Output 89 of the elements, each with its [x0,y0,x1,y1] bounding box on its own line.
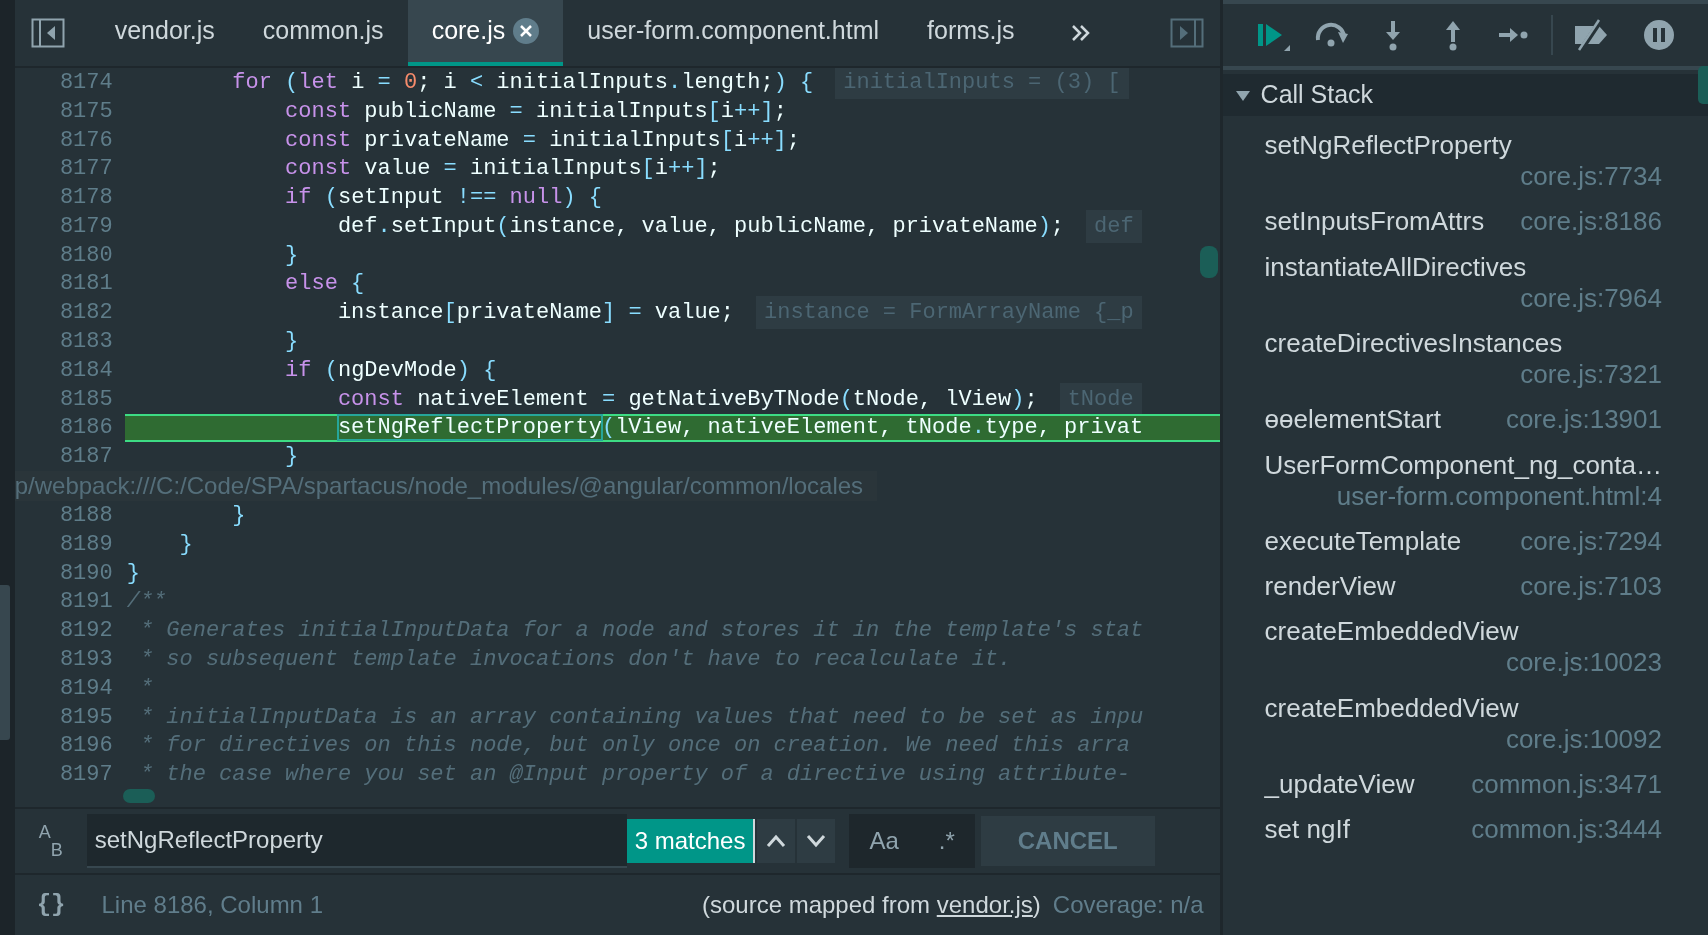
line-number: 8181 [58,270,114,299]
code-line: * so subsequent template invocations don't have to recalculate it. [138,646,1012,675]
sidebar-toggle-icon[interactable] [30,18,65,48]
section-title: Call Stack [1260,79,1374,111]
line-number: 8194 [58,674,114,703]
code-line: const value = initialInputs[i++]; [284,155,721,184]
function-name[interactable]: createEmbeddedView [1264,692,1519,724]
line-number: 8193 [58,646,114,675]
code-line: if (ngDevMode) { [284,356,497,385]
function-name[interactable]: setInputsFromAttrs [1264,206,1485,238]
code-line: * for directives on this node, but only once on creation. We need this arra [138,732,1131,761]
function-name[interactable]: set ngIf [1264,814,1350,846]
replace-toggle[interactable]: A B [22,816,87,866]
line-number: 8196 [58,732,114,761]
line-number: 8182 [58,299,114,328]
file-tab[interactable]: vendor.js [90,0,239,66]
file-tab[interactable]: forms.js [903,0,1039,66]
line-number: 8183 [58,328,114,357]
code-line: const privateName = initialInputs[i++]; [284,126,801,155]
function-name[interactable]: ɵɵelementStart [1264,404,1441,436]
cursor-position: Line 8186, Column 1 [101,890,323,920]
scrollbar-thumb[interactable] [0,585,10,740]
line-number: 8191 [58,588,114,617]
line-number: 8195 [58,703,114,732]
code-line: } [125,559,140,588]
line-number: 8192 [58,617,114,646]
code-line: for (let i = 0; i < initialInputs.length;) { [231,68,814,97]
function-name[interactable]: setNgReflectProperty [1264,130,1512,162]
path-tooltip: p/webpack:///C:/Code/SPA/spartacus/node_modules/@angular/common/locales [14,471,878,502]
line-number: 8184 [58,356,114,385]
code-line: if (setInput !== null) { [284,184,602,213]
code-line: const nativeElement = getNativeByTNode(tNode, lView); [336,385,1038,414]
sidebar-toggle-icon[interactable] [1169,18,1204,48]
code-line: instance[privateName] = value; [336,299,734,328]
pause-icon [1641,18,1676,52]
function-name[interactable]: createDirectivesInstances [1264,327,1563,360]
code-line: else { [284,270,365,299]
code-line: def.setInput(instance, value, publicName, privateName); [336,212,1065,241]
source-link[interactable]: vendor.js [936,891,1033,918]
file-tab[interactable]: core.js [407,0,564,66]
code-line: * Generates initialInputData for a node and stores it in the template's stat [138,617,1144,646]
close-icon[interactable] [513,18,540,44]
function-name[interactable]: renderView [1264,571,1396,603]
line-number: 8188 [58,502,114,531]
line-number: 8197 [58,761,114,790]
line-number: 8179 [58,212,114,241]
line-number: 8177 [58,155,114,184]
next-match-button[interactable] [797,819,836,863]
match-count: 3 matches [626,819,756,863]
chevron-down-icon [806,834,827,848]
line-number: 8175 [58,97,114,126]
code-line: } [178,530,193,559]
pretty-print-button[interactable]: {} [30,886,72,924]
code-line: * [138,674,154,703]
code-line: * the case where you set an @Input property of a directive using attribute- [138,761,1131,790]
code-line: * initialInputData is an array containing values that need to be set as inpu [138,703,1144,732]
regex-button[interactable]: .* [932,823,961,859]
line-number: 8187 [58,443,114,472]
line-number: 8174 [58,68,114,97]
current-code-line: setNgReflectProperty(lView, nativeElement, tNode.type, privat [336,414,1144,443]
line-number: 8178 [58,184,114,213]
function-name[interactable]: _updateView [1264,769,1415,801]
chevron-up-icon [766,834,787,848]
function-name[interactable]: UserFormComponent_ng_conta… [1264,449,1662,481]
line-number: 8189 [58,530,114,559]
code-line: } [284,241,299,270]
match-case-button[interactable]: Aa [863,823,905,859]
function-name[interactable]: executeTemplate [1264,525,1462,558]
previous-match-button[interactable] [757,819,796,863]
search-field[interactable]: setNgReflectProperty [86,814,627,868]
line-number: 8185 [58,385,114,414]
scrollbar-thumb[interactable] [122,789,155,804]
code-line: const publicName = initialInputs[i++]; [284,97,787,126]
source-map-note: (source mapped from vendor.js) [702,890,1041,920]
coverage-label: Coverage: n/a [1052,890,1204,920]
line-number: 8176 [58,126,114,155]
function-name[interactable]: createEmbeddedView [1264,616,1519,648]
file-tab[interactable]: common.js [238,0,408,66]
code-line: } [284,328,299,357]
scrollbar-thumb[interactable] [1698,66,1708,104]
scrollbar-thumb[interactable] [1199,246,1218,278]
line-number: 8190 [58,559,114,588]
code-line: } [284,443,299,472]
code-line: /** [125,588,167,617]
code-line: } [231,502,246,531]
file-tab[interactable]: user-form.component.html [563,0,904,66]
function-name[interactable]: instantiateAllDirectives [1264,251,1527,283]
line-number: 8186 [14,411,125,445]
line-number: 8180 [58,241,114,270]
